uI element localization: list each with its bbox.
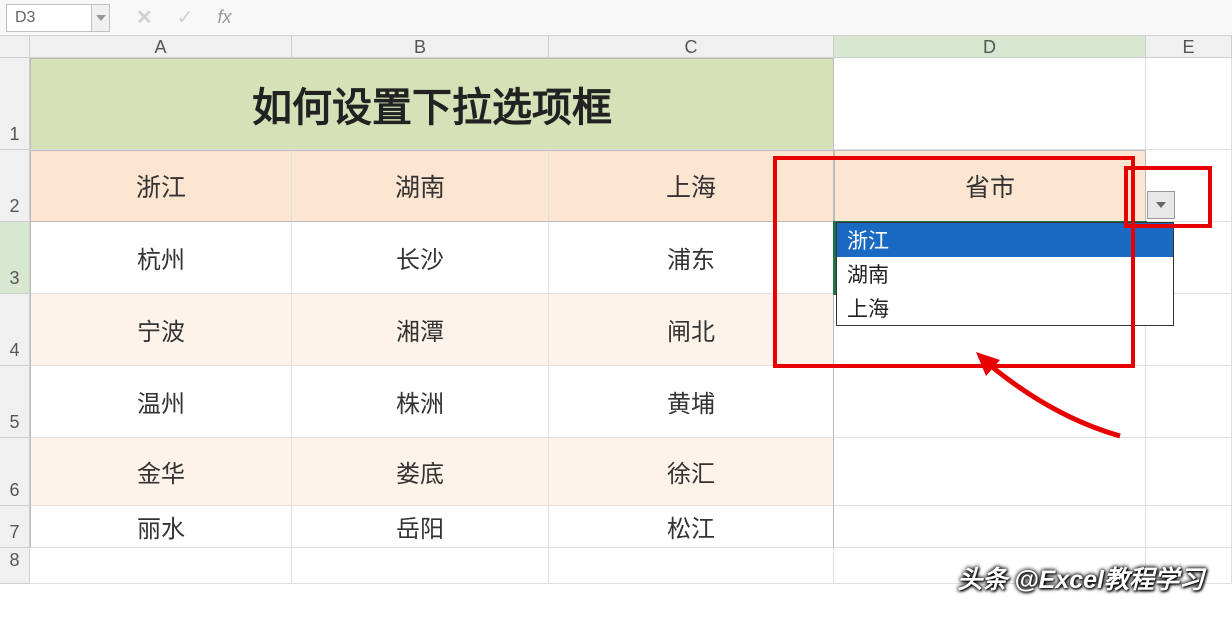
watermark: 头条 @Excel教程学习: [957, 560, 1204, 596]
cell-c8[interactable]: [549, 548, 834, 584]
select-all-corner[interactable]: [0, 36, 30, 58]
row-header-5[interactable]: 5: [0, 366, 30, 438]
col-header-e[interactable]: E: [1146, 36, 1232, 58]
row-header-6[interactable]: 6: [0, 438, 30, 506]
cell-b3[interactable]: 长沙: [292, 222, 549, 294]
dropdown-list: 浙江 湖南 上海: [836, 222, 1174, 326]
cell-a4[interactable]: 宁波: [30, 294, 292, 366]
cell-e5[interactable]: [1146, 366, 1232, 438]
column-headers: A B C D E: [0, 36, 1232, 58]
cell-a2[interactable]: 浙江: [30, 150, 292, 222]
cell-b8[interactable]: [292, 548, 549, 584]
spreadsheet-grid: A B C D E 1 如何设置下拉选项框 2 浙江 湖南 上海 省市 3 杭州…: [0, 36, 1232, 618]
cell-b6[interactable]: 娄底: [292, 438, 549, 506]
name-box-dropdown[interactable]: [92, 4, 110, 32]
cell-d7[interactable]: [834, 506, 1146, 548]
cell-b4[interactable]: 湘潭: [292, 294, 549, 366]
row-5: 5 温州 株洲 黄埔: [0, 366, 1232, 438]
row-header-1[interactable]: 1: [0, 58, 30, 150]
col-header-b[interactable]: B: [292, 36, 549, 58]
cell-c4[interactable]: 闸北: [549, 294, 834, 366]
dropdown-arrow-button[interactable]: [1147, 191, 1175, 219]
col-header-c[interactable]: C: [549, 36, 834, 58]
dropdown-option-0[interactable]: 浙江: [837, 223, 1173, 257]
cell-a3[interactable]: 杭州: [30, 222, 292, 294]
row-header-3[interactable]: 3: [0, 222, 30, 294]
cell-e1[interactable]: [1146, 58, 1232, 150]
row-header-8[interactable]: 8: [0, 548, 30, 584]
formula-bar: D3 ✕ ✓ fx: [0, 0, 1232, 36]
formula-bar-icons: ✕ ✓ fx: [136, 5, 232, 30]
row-1: 1 如何设置下拉选项框: [0, 58, 1232, 150]
cell-a7[interactable]: 丽水: [30, 506, 292, 548]
row-header-4[interactable]: 4: [0, 294, 30, 366]
cell-d2[interactable]: 省市: [834, 150, 1146, 222]
col-header-a[interactable]: A: [30, 36, 292, 58]
col-header-d[interactable]: D: [834, 36, 1146, 58]
cell-c5[interactable]: 黄埔: [549, 366, 834, 438]
cell-e6[interactable]: [1146, 438, 1232, 506]
cell-a5[interactable]: 温州: [30, 366, 292, 438]
enter-icon[interactable]: ✓: [177, 5, 194, 30]
cell-a6[interactable]: 金华: [30, 438, 292, 506]
cell-d1[interactable]: [834, 58, 1146, 150]
row-2: 2 浙江 湖南 上海 省市: [0, 150, 1232, 222]
fx-icon[interactable]: fx: [218, 7, 232, 28]
cell-d6[interactable]: [834, 438, 1146, 506]
cell-d5[interactable]: [834, 366, 1146, 438]
title-cell[interactable]: 如何设置下拉选项框: [30, 58, 834, 150]
name-box[interactable]: D3: [6, 4, 92, 32]
row-6: 6 金华 娄底 徐汇: [0, 438, 1232, 506]
cell-c2[interactable]: 上海: [549, 150, 834, 222]
row-header-7[interactable]: 7: [0, 506, 30, 548]
row-header-2[interactable]: 2: [0, 150, 30, 222]
cell-c6[interactable]: 徐汇: [549, 438, 834, 506]
name-box-value: D3: [15, 9, 35, 27]
row-7: 7 丽水 岳阳 松江: [0, 506, 1232, 548]
cell-c3[interactable]: 浦东: [549, 222, 834, 294]
dropdown-option-2[interactable]: 上海: [837, 291, 1173, 325]
chevron-down-icon: [96, 15, 106, 21]
cancel-icon[interactable]: ✕: [136, 5, 153, 30]
cell-c7[interactable]: 松江: [549, 506, 834, 548]
cell-b2[interactable]: 湖南: [292, 150, 549, 222]
cell-e7[interactable]: [1146, 506, 1232, 548]
cell-a8[interactable]: [30, 548, 292, 584]
cell-b7[interactable]: 岳阳: [292, 506, 549, 548]
chevron-down-icon: [1155, 201, 1167, 209]
cell-b5[interactable]: 株洲: [292, 366, 549, 438]
dropdown-option-1[interactable]: 湖南: [837, 257, 1173, 291]
